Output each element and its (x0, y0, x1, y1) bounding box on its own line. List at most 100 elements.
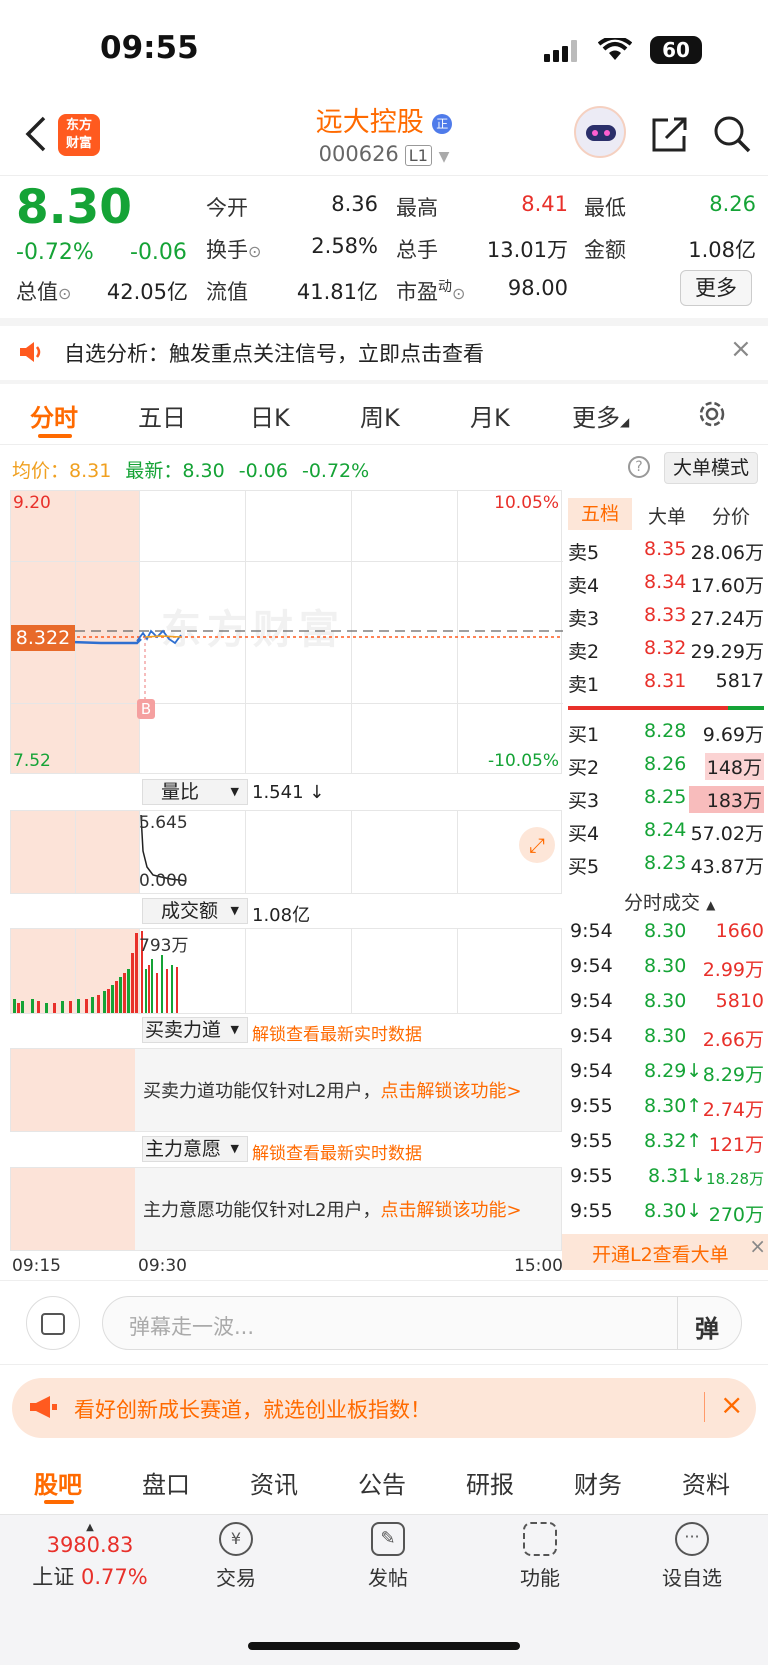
close-icon: × (749, 1234, 766, 1258)
main-force-selector[interactable]: 主力意愿 ▼ (142, 1136, 248, 1162)
ask-row[interactable]: 卖2 8.32 29.29万 (568, 637, 764, 667)
trade-row: 9:54 8.29↓ 8.29万 (570, 1060, 764, 1086)
home-indicator (248, 1642, 520, 1650)
time-axis-start: 09:15 (12, 1256, 61, 1276)
danmaku-toggle-icon[interactable] (26, 1296, 80, 1350)
big-order-mode-button[interactable]: 大单模式 (664, 452, 758, 484)
speaker-icon (18, 340, 44, 364)
main-force-locked-panel: 主力意愿功能仅针对L2用户，点击解锁该功能> (10, 1167, 562, 1251)
nav-post[interactable]: ✎ 发帖 (338, 1522, 438, 1591)
mcap-value: 42.05亿 (106, 280, 188, 304)
tab-profile[interactable]: 资料 (682, 1465, 730, 1500)
verified-icon: 正 (432, 113, 453, 134)
ask-row[interactable]: 卖5 8.35 28.06万 (568, 538, 764, 568)
ask-row[interactable]: 卖1 8.31 5817 (568, 670, 764, 700)
open-label: 今开 (206, 196, 248, 220)
low-label: 最低 (584, 196, 626, 220)
change-value: -0.06 (130, 240, 187, 265)
orderbook-tab-level5[interactable]: 五档 (568, 498, 632, 530)
volume-label: 总手 (396, 238, 438, 262)
more-dots-icon: ··· (675, 1522, 709, 1556)
time-axis-end: 15:00 (514, 1256, 563, 1276)
help-icon[interactable]: ? (628, 456, 650, 478)
volume-value: 13.01万 (486, 238, 568, 262)
float-value: 41.81亿 (296, 280, 378, 304)
close-icon[interactable]: × (730, 334, 752, 364)
info-icon: ⊙ (452, 284, 466, 303)
settings-gear-icon[interactable] (696, 398, 728, 430)
tab-finance[interactable]: 财务 (574, 1465, 622, 1500)
danmaku-input[interactable]: 弹幕走一波... 弹 (102, 1296, 742, 1350)
tab-pankou[interactable]: 盘口 (142, 1465, 190, 1500)
force-locked-panel: 买卖力道功能仅针对L2用户，点击解锁该功能> (10, 1048, 562, 1132)
trade-row: 9:54 8.30 2.66万 (570, 1025, 764, 1051)
expand-icon[interactable]: ⤢ (519, 827, 555, 863)
nav-add-watchlist[interactable]: ··· 设自选 (642, 1522, 742, 1591)
buy-marker: B (137, 699, 155, 719)
intraday-chart[interactable]: 东方财富 9.20 7.52 10.05% -10.05% 8.322 B (10, 490, 563, 774)
tab-week-k[interactable]: 周K (360, 398, 400, 433)
price-tag: 8.322 (11, 625, 75, 651)
tab-guba[interactable]: 股吧 (34, 1465, 82, 1500)
tab-day-k[interactable]: 日K (250, 398, 290, 433)
nav-functions[interactable]: 功能 (490, 1522, 590, 1591)
bid-row[interactable]: 买4 8.24 57.02万 (568, 819, 764, 849)
l2-promo-banner[interactable]: 开通L2查看大单 × (562, 1234, 768, 1270)
nav-trade[interactable]: ¥ 交易 (186, 1522, 286, 1591)
main-force-unlock-link[interactable]: 解锁查看最新实时数据 (252, 1139, 422, 1164)
wifi-icon (597, 35, 633, 62)
bid-row[interactable]: 买5 8.23 43.87万 (568, 852, 764, 882)
danmaku-send-button[interactable]: 弹 (695, 1309, 719, 1344)
y-axis-bottom: 7.52 (13, 751, 51, 771)
share-icon[interactable] (650, 114, 690, 154)
bid-row[interactable]: 买3 8.25 183万 (568, 786, 764, 816)
ask-row[interactable]: 卖3 8.33 27.24万 (568, 604, 764, 634)
trade-row: 9:54 8.30 1660 (570, 920, 764, 942)
main-force-unlock-button[interactable]: 点击解锁该功能> (380, 1200, 521, 1221)
trade-row: 9:55 8.30↓ 270万 (570, 1200, 764, 1226)
open-value: 8.36 (331, 192, 378, 216)
orderbook-tab-price[interactable]: 分价 (712, 502, 750, 529)
ratio-chart: 5.645 0.000 ⤢ (10, 810, 562, 894)
pct-axis-bottom: -10.05% (488, 751, 559, 771)
force-unlock-button[interactable]: 点击解锁该功能> (380, 1081, 521, 1102)
low-value: 8.26 (709, 192, 756, 216)
ratio-selector[interactable]: 量比 ▼ (142, 779, 248, 805)
trade-row: 9:54 8.30 5810 (570, 990, 764, 1012)
status-time: 09:55 (100, 30, 199, 66)
info-icon: ⊙ (58, 284, 72, 303)
trades-title[interactable]: 分时成交 ▲ (624, 888, 715, 915)
tab-more[interactable]: 更多◢ (572, 398, 629, 433)
tab-5day[interactable]: 五日 (138, 398, 186, 433)
change-pct: -0.72% (16, 240, 94, 265)
close-icon[interactable]: × (720, 1388, 743, 1421)
bid-row[interactable]: 买2 8.26 148万 (568, 753, 764, 783)
tab-research[interactable]: 研报 (466, 1465, 514, 1500)
info-icon: ⊙ (248, 242, 262, 261)
force-selector[interactable]: 买卖力道 ▼ (142, 1017, 248, 1043)
orderbook-tab-big[interactable]: 大单 (648, 502, 686, 529)
time-axis-mid: 09:30 (138, 1256, 187, 1276)
tab-intraday[interactable]: 分时 (30, 398, 78, 433)
tab-news[interactable]: 资讯 (250, 1465, 298, 1500)
megaphone-icon (28, 1394, 58, 1420)
tab-month-k[interactable]: 月K (470, 398, 510, 433)
amount-selector[interactable]: 成交额 ▼ (142, 898, 248, 924)
mcap-label: 总值⊙ (16, 280, 72, 304)
bid-ask-ratio-bar (568, 706, 764, 710)
ask-row[interactable]: 卖4 8.34 17.60万 (568, 571, 764, 601)
index-ticker[interactable]: ▲ 3980.83 上证 0.77% (20, 1522, 160, 1591)
turnover-value: 2.58% (311, 234, 378, 258)
notice-text[interactable]: 自选分析：触发重点关注信号，立即点击查看 (64, 338, 484, 368)
amount-chart: 793万 (10, 928, 562, 1014)
promo-banner[interactable]: 看好创新成长赛道，就选创业板指数！ × (12, 1378, 756, 1438)
force-unlock-link[interactable]: 解锁查看最新实时数据 (252, 1020, 422, 1045)
amount-value: 1.08亿 (688, 238, 756, 262)
more-button[interactable]: 更多 (680, 270, 752, 306)
trade-icon: ¥ (219, 1522, 253, 1556)
tab-announcements[interactable]: 公告 (358, 1465, 406, 1500)
pe-value: 98.00 (507, 276, 568, 300)
search-icon[interactable] (712, 114, 752, 154)
robot-avatar[interactable] (574, 106, 626, 158)
bid-row[interactable]: 买1 8.28 9.69万 (568, 720, 764, 750)
